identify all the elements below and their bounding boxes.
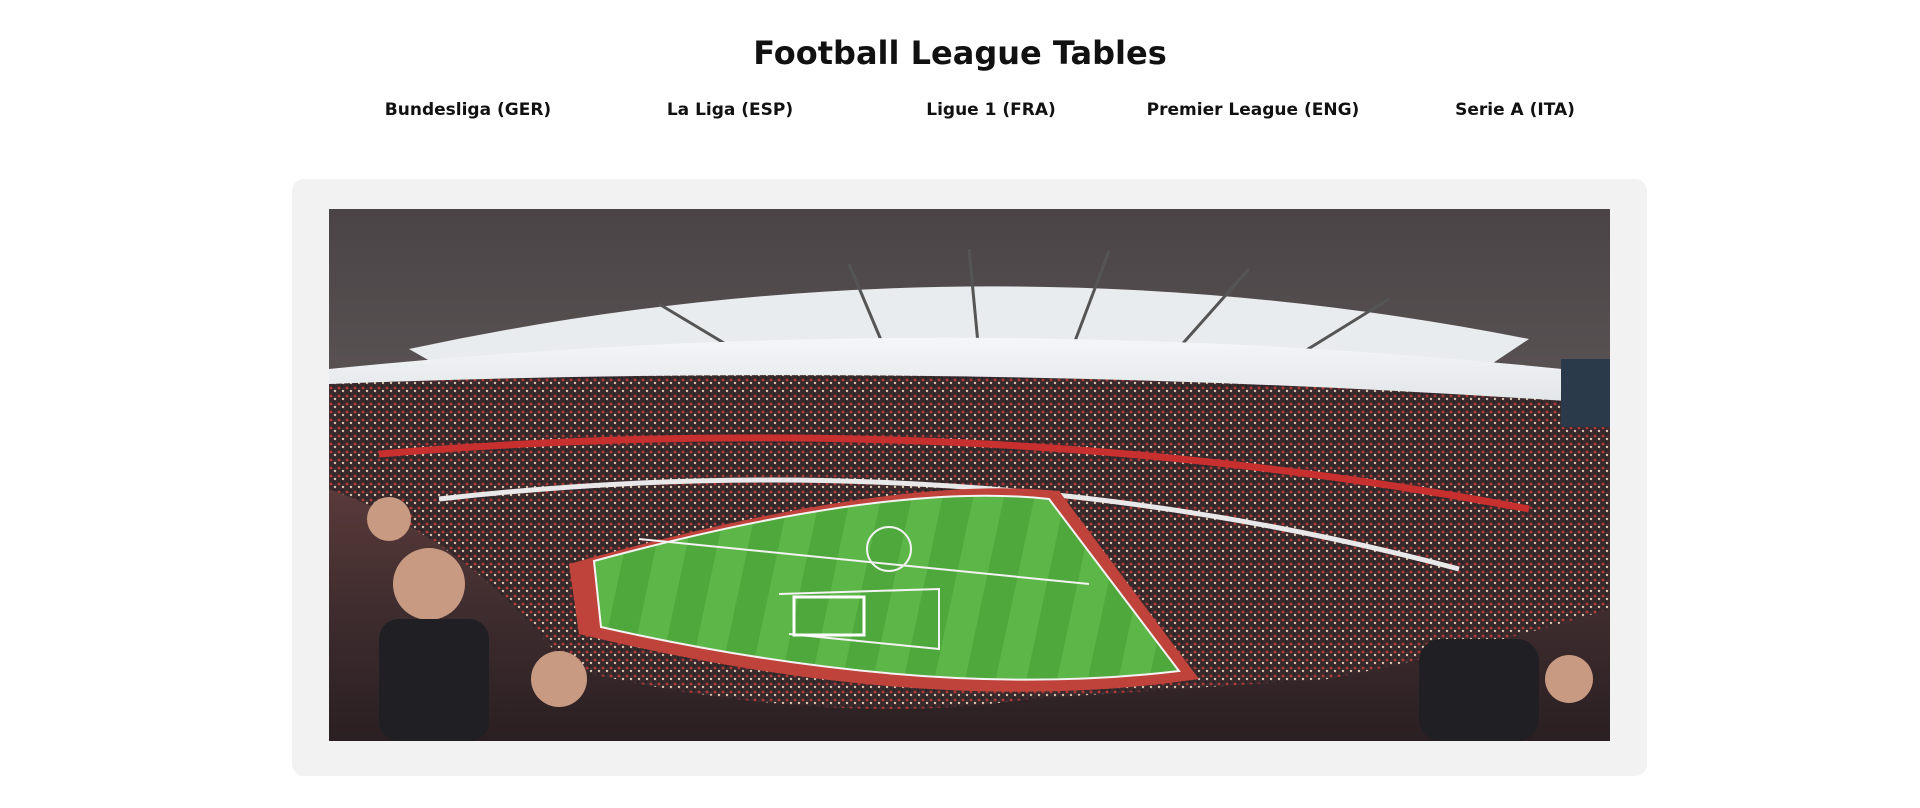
nav-link-premier-league[interactable]: Premier League (ENG) bbox=[1123, 95, 1383, 125]
stadium-illustration bbox=[329, 209, 1610, 741]
nav-link-serie-a[interactable]: Serie A (ITA) bbox=[1385, 95, 1645, 125]
stadium-panorama-image bbox=[329, 209, 1610, 741]
hero-card bbox=[292, 179, 1647, 776]
nav-link-ligue-1[interactable]: Ligue 1 (FRA) bbox=[861, 95, 1121, 125]
nav-link-la-liga[interactable]: La Liga (ESP) bbox=[600, 95, 860, 125]
nav-link-bundesliga[interactable]: Bundesliga (GER) bbox=[338, 95, 598, 125]
league-nav: Bundesliga (GER) La Liga (ESP) Ligue 1 (… bbox=[0, 95, 1920, 125]
page-title: Football League Tables bbox=[753, 34, 1167, 72]
